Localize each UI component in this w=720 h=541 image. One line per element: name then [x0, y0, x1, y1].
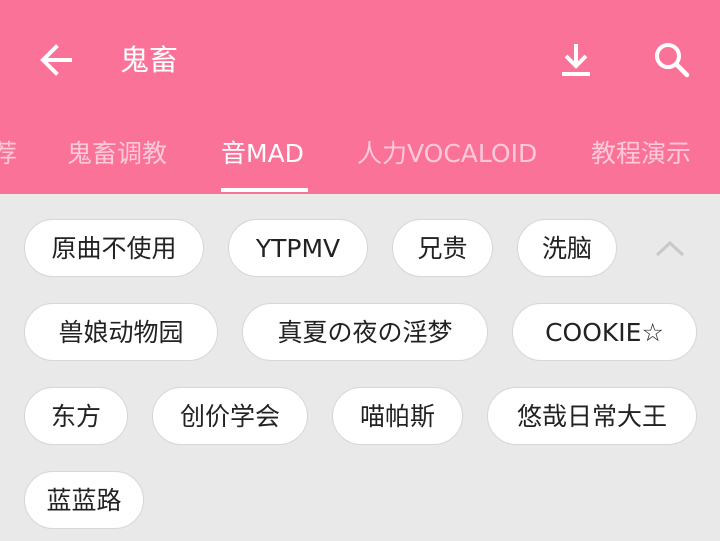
app-bar: 鬼畜: [0, 0, 720, 118]
arrow-left-icon: [40, 44, 72, 76]
collapse-tags-button[interactable]: [646, 226, 694, 270]
tag-chip[interactable]: 蓝蓝路: [24, 471, 144, 529]
tag-chip[interactable]: COOKIE☆: [512, 303, 697, 361]
tab-bar: 荐 鬼畜调教 音MAD 人力VOCALOID 教程演示: [0, 118, 720, 194]
tab-yin-mad[interactable]: 音MAD: [221, 118, 304, 194]
search-icon: [655, 43, 690, 78]
search-button[interactable]: [646, 34, 698, 86]
tab-renli-vocaloid[interactable]: 人力VOCALOID: [357, 118, 537, 194]
tag-chip[interactable]: 兄贵: [392, 219, 493, 277]
tab-guichu-tiaojiao[interactable]: 鬼畜调教: [67, 118, 167, 194]
tag-chip[interactable]: 兽娘动物园: [24, 303, 218, 361]
tag-chip[interactable]: 悠哉日常大王: [487, 387, 697, 445]
tag-chip[interactable]: 东方: [24, 387, 128, 445]
tag-chip[interactable]: 真夏の夜の淫梦: [242, 303, 488, 361]
tag-chip[interactable]: 原曲不使用: [24, 219, 204, 277]
tag-chip[interactable]: YTPMV: [228, 219, 368, 277]
tag-chip[interactable]: 创价学会: [152, 387, 308, 445]
tab-recommend[interactable]: 荐: [0, 118, 17, 194]
tab-jiaocheng-yanshi[interactable]: 教程演示: [591, 118, 691, 194]
back-button[interactable]: [30, 34, 82, 86]
tag-chip[interactable]: 洗脑: [517, 219, 617, 277]
page-title: 鬼畜: [120, 43, 179, 77]
download-button[interactable]: [550, 34, 602, 86]
download-icon: [562, 44, 590, 76]
chevron-up-icon: [655, 240, 685, 257]
active-tab-indicator: [221, 188, 308, 192]
tag-chip[interactable]: 喵帕斯: [332, 387, 463, 445]
